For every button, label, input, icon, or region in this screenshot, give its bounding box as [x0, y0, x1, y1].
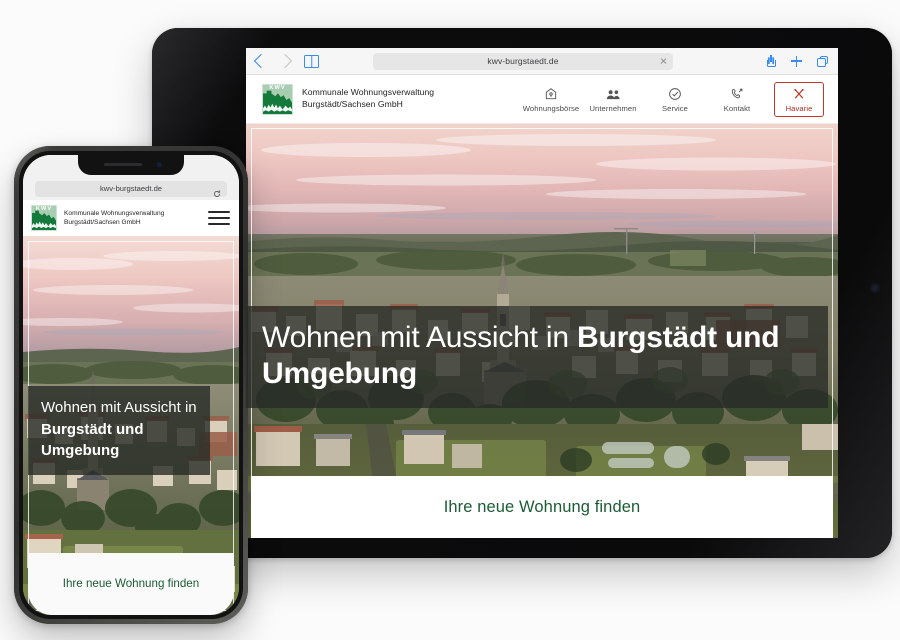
nav-label: Unternehmen	[589, 104, 637, 113]
phone-hero-cta-button[interactable]: Ihre neue Wohnung finden	[28, 553, 234, 615]
tools-cross-icon	[792, 87, 806, 101]
hamburger-menu-icon[interactable]	[208, 211, 230, 225]
hero-headline-bold: Burgstädt und Umgebung	[41, 420, 144, 460]
phone-notch	[78, 155, 184, 175]
phone-url-text: kwv-burgstaedt.de	[99, 184, 163, 193]
nav-label: Wohnungsbörse	[522, 104, 580, 113]
nav-item-havarie[interactable]: Havarie	[774, 81, 824, 117]
device-mockup-scene: kwv-burgstaedt.de KWV Kommunale Wohnungs…	[0, 0, 900, 640]
main-navigation: Wohnungsbörse Unternehmen Service Kontak…	[520, 81, 824, 117]
brand-line-1: Kommunale Wohnungsverwaltung	[302, 87, 435, 98]
back-icon[interactable]	[253, 53, 269, 69]
phone-hero-section: Wohnen mit Aussicht in Burgstädt und Umg…	[23, 236, 239, 615]
logo-wordmark: KWV	[35, 206, 53, 212]
brand-line-2: Burgstädt/Sachsen GmbH	[64, 219, 141, 226]
phone-address-bar[interactable]: kwv-burgstaedt.de	[35, 180, 227, 197]
kwv-logo-icon[interactable]: KWV	[31, 205, 57, 231]
tablet-url-text: kwv-burgstaedt.de	[487, 56, 559, 66]
phone-hero-headline-overlay: Wohnen mit Aussicht in Burgstädt und Umg…	[28, 386, 210, 475]
phone-screen: kwv-burgstaedt.de KWV Kommunale Wohnungs…	[23, 155, 239, 615]
site-header: KWV Kommunale Wohnungsverwaltung Burgstä…	[246, 75, 838, 124]
hero-cta-label: Ihre neue Wohnung finden	[443, 497, 641, 516]
hero-cta-button[interactable]: Ihre neue Wohnung finden	[251, 476, 833, 538]
stop-loading-icon[interactable]	[660, 58, 667, 65]
phone-hero-cta-label: Ihre neue Wohnung finden	[62, 577, 200, 590]
phone-inner-frame: kwv-burgstaedt.de KWV Kommunale Wohnungs…	[19, 151, 243, 619]
phone-browser-toolbar: kwv-burgstaedt.de	[23, 177, 239, 200]
house-tag-icon	[544, 87, 558, 101]
check-circle-icon	[668, 87, 682, 101]
share-icon[interactable]	[767, 55, 776, 67]
hero-headline-regular: Wohnen mit Aussicht in	[262, 321, 577, 354]
new-tab-icon[interactable]	[791, 55, 802, 67]
forward-icon[interactable]	[277, 53, 293, 69]
phone-call-icon	[730, 87, 744, 101]
brand-line-1: Kommunale Wohnungsverwaltung	[64, 210, 165, 217]
nav-label: Service	[661, 104, 689, 113]
phone-hero-headline: Wohnen mit Aussicht in Burgstädt und Umg…	[41, 397, 197, 462]
earpiece-speaker-icon	[104, 163, 142, 167]
brand-name: Kommunale Wohnungsverwaltung Burgstädt/S…	[302, 87, 434, 110]
phone-front-camera-icon	[157, 162, 162, 167]
hero-headline-regular: Wohnen mit Aussicht in	[41, 399, 197, 416]
phone-device: kwv-burgstaedt.de KWV Kommunale Wohnungs…	[14, 146, 248, 624]
hero-headline: Wohnen mit Aussicht in Burgstädt und Umg…	[262, 320, 810, 392]
tablet-browser-toolbar: kwv-burgstaedt.de	[246, 48, 838, 75]
tablet-address-bar[interactable]: kwv-burgstaedt.de	[373, 52, 673, 70]
tablet-screen: kwv-burgstaedt.de KWV Kommunale Wohnungs…	[246, 48, 838, 538]
reload-icon[interactable]	[213, 185, 221, 197]
nav-label: Kontakt	[723, 104, 751, 113]
tablet-device: kwv-burgstaedt.de KWV Kommunale Wohnungs…	[152, 28, 892, 558]
tabs-overview-icon[interactable]	[817, 55, 828, 67]
kwv-logo-icon: KWV	[262, 83, 293, 115]
hero-section: Wohnen mit Aussicht in Burgstädt und Umg…	[246, 124, 838, 538]
nav-item-wohnungsboerse[interactable]: Wohnungsbörse	[520, 83, 582, 115]
logo-wordmark: KWV	[269, 84, 286, 91]
brand-line-2: Burgstädt/Sachsen GmbH	[302, 99, 403, 109]
brand-logo-link[interactable]: KWV Kommunale Wohnungsverwaltung Burgstä…	[262, 83, 434, 115]
hero-headline-overlay: Wohnen mit Aussicht in Burgstädt und Umg…	[246, 306, 828, 408]
phone-page-body: KWV Kommunale Wohnungsverwaltung Burgstä…	[23, 200, 239, 615]
nav-item-unternehmen[interactable]: Unternehmen	[582, 83, 644, 115]
phone-brand-name: Kommunale Wohnungsverwaltung Burgstädt/S…	[64, 209, 164, 227]
tablet-front-camera-icon	[871, 284, 879, 292]
nav-item-kontakt[interactable]: Kontakt	[706, 83, 768, 115]
nav-item-service[interactable]: Service	[644, 83, 706, 115]
people-icon	[606, 87, 621, 101]
nav-label: Havarie	[785, 103, 813, 113]
phone-site-header: KWV Kommunale Wohnungsverwaltung Burgstä…	[23, 200, 239, 236]
bookmarks-icon[interactable]	[304, 54, 319, 68]
